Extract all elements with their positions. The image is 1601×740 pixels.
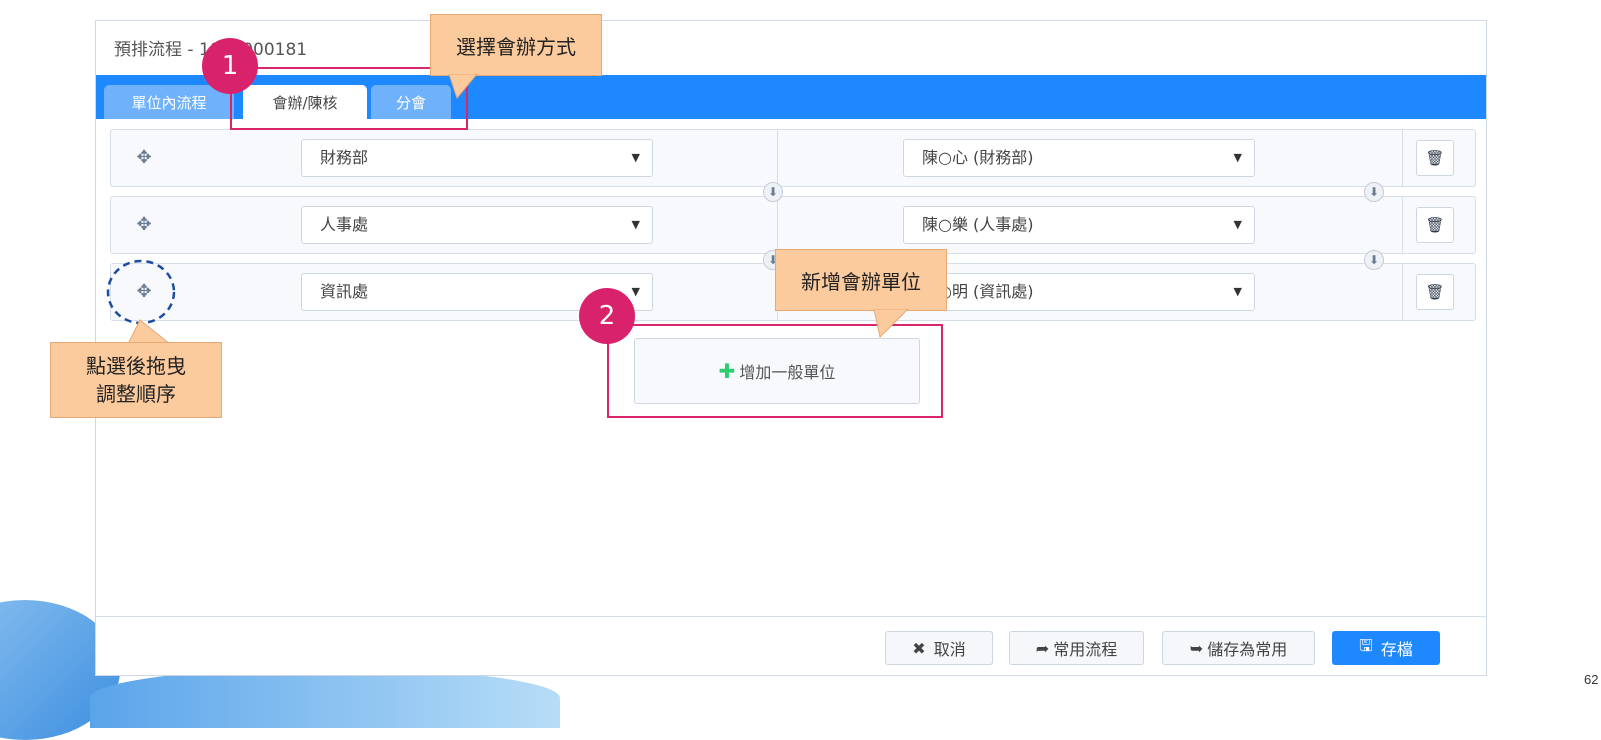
flow-row[interactable]: ✥ 財務部 ▼ 陳○心 (財務部) ▼ 🗑 bbox=[110, 129, 1476, 187]
trash-icon: 🗑 bbox=[1425, 283, 1445, 301]
flow-row[interactable]: ✥ 人事處 ▼ 陳○樂 (人事處) ▼ 🗑 bbox=[110, 196, 1476, 254]
page-number: 62 bbox=[1584, 672, 1599, 687]
save-as-common-label: 儲存為常用 bbox=[1207, 640, 1288, 659]
caret-down-icon: ▼ bbox=[1233, 151, 1242, 164]
person-select[interactable]: 陳○樂 (人事處) ▼ bbox=[903, 206, 1255, 244]
floppy-icon: 🖫 bbox=[1359, 635, 1373, 655]
sign-in-icon: ➥ bbox=[1189, 638, 1204, 658]
arrow-down-icon: ⬇ bbox=[1364, 182, 1384, 202]
cancel-button[interactable]: ✖ 取消 bbox=[885, 631, 993, 665]
caret-down-icon: ▼ bbox=[1233, 218, 1242, 231]
common-flow-button[interactable]: ➦ 常用流程 bbox=[1009, 631, 1144, 665]
caret-down-icon: ▼ bbox=[1233, 285, 1242, 298]
save-button[interactable]: 🖫 存檔 bbox=[1332, 631, 1440, 665]
sign-out-icon: ➦ bbox=[1035, 638, 1050, 658]
column-divider bbox=[777, 197, 778, 253]
decor-wave bbox=[90, 668, 560, 728]
person-select[interactable]: 陳○心 (財務部) ▼ bbox=[903, 139, 1255, 177]
caret-down-icon: ▼ bbox=[631, 218, 640, 231]
caret-down-icon: ▼ bbox=[631, 151, 640, 164]
close-icon: ✖ bbox=[912, 638, 926, 658]
delete-cell: 🗑 bbox=[1402, 197, 1475, 253]
callout-drag-order: 點選後拖曳 調整順序 bbox=[50, 342, 222, 418]
trash-icon: 🗑 bbox=[1425, 149, 1445, 167]
department-select[interactable]: 人事處 ▼ bbox=[301, 206, 653, 244]
callout-drag-line2: 調整順序 bbox=[96, 382, 176, 406]
delete-button[interactable]: 🗑 bbox=[1416, 207, 1454, 243]
callout-add-unit: 新增會辦單位 bbox=[775, 249, 947, 311]
cancel-label: 取消 bbox=[933, 640, 966, 659]
callout-drag-line1: 點選後拖曳 bbox=[86, 354, 186, 378]
delete-button[interactable]: 🗑 bbox=[1416, 140, 1454, 176]
column-divider bbox=[777, 130, 778, 186]
arrow-down-icon: ⬇ bbox=[763, 182, 783, 202]
step-badge: 2 bbox=[579, 288, 635, 344]
person-value: 陳○樂 (人事處) bbox=[922, 215, 1034, 234]
department-value: 人事處 bbox=[320, 215, 369, 234]
trash-icon: 🗑 bbox=[1425, 216, 1445, 234]
callout-pointer bbox=[873, 309, 909, 339]
delete-cell: 🗑 bbox=[1402, 264, 1475, 320]
move-icon[interactable]: ✥ bbox=[133, 147, 155, 169]
person-select[interactable]: 陳○明 (資訊處) ▼ bbox=[903, 273, 1255, 311]
save-as-common-button[interactable]: ➥ 儲存為常用 bbox=[1162, 631, 1315, 665]
dialog-footer: ✖ 取消 ➦ 常用流程 ➥ 儲存為常用 🖫 存檔 bbox=[96, 616, 1486, 675]
common-flow-label: 常用流程 bbox=[1053, 640, 1118, 659]
department-select[interactable]: 財務部 ▼ bbox=[301, 139, 653, 177]
move-icon[interactable]: ✥ bbox=[133, 214, 155, 236]
delete-cell: 🗑 bbox=[1402, 130, 1475, 186]
save-label: 存檔 bbox=[1380, 640, 1413, 659]
department-value: 財務部 bbox=[320, 148, 369, 167]
callout-select-method: 選擇會辦方式 bbox=[430, 14, 602, 76]
highlight-box-tabs bbox=[230, 67, 468, 130]
person-value: 陳○心 (財務部) bbox=[922, 148, 1034, 167]
department-value: 資訊處 bbox=[320, 282, 369, 301]
step-badge: 1 bbox=[202, 38, 258, 94]
tab-internal-flow[interactable]: 單位內流程 bbox=[104, 85, 234, 119]
arrow-down-icon: ⬇ bbox=[1364, 250, 1384, 270]
delete-button[interactable]: 🗑 bbox=[1416, 274, 1454, 310]
callout-pointer bbox=[448, 74, 478, 100]
